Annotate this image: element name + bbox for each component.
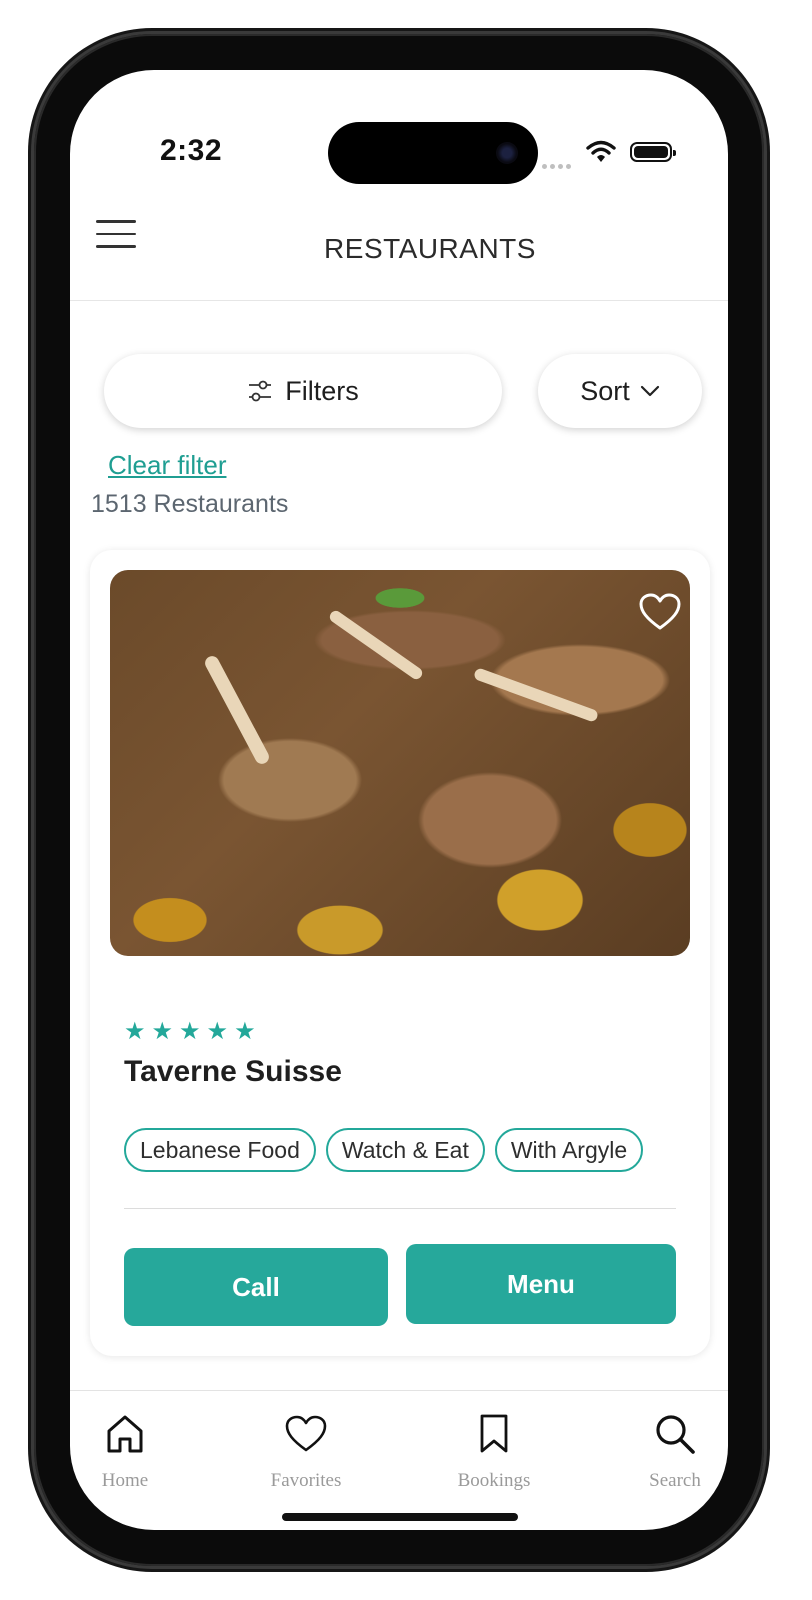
wifi-icon [586, 140, 616, 169]
star-icon: ★ [124, 1018, 146, 1045]
app-screen: 2:32 RESTAURANTS Filters Sort Clear filt… [70, 70, 728, 1530]
filters-label: Filters [285, 375, 359, 406]
favorite-heart-icon[interactable] [638, 592, 682, 637]
tab-favorites[interactable]: Favorites [246, 1410, 366, 1492]
results-count: 1513 Restaurants [91, 490, 289, 518]
tab-favorites-label: Favorites [270, 1470, 342, 1491]
phone-frame: 2:32 RESTAURANTS Filters Sort Clear filt… [34, 34, 764, 1566]
chevron-down-icon [640, 384, 660, 398]
tag-chip[interactable]: Lebanese Food [124, 1128, 316, 1172]
restaurant-card[interactable]: ★ ★ ★ ★ ★ Taverne Suisse Lebanese Food W… [90, 550, 710, 1356]
dynamic-island [328, 122, 538, 184]
cellular-signal-icon [542, 156, 574, 174]
tab-home[interactable]: Home [70, 1410, 185, 1492]
tab-search-label: Search [649, 1470, 701, 1491]
battery-icon [630, 142, 676, 162]
call-button[interactable]: Call [124, 1248, 388, 1326]
home-icon [70, 1410, 185, 1458]
card-divider [124, 1208, 676, 1209]
menu-button[interactable]: Menu [406, 1244, 676, 1324]
page-title: RESTAURANTS [324, 233, 536, 264]
sort-label: Sort [580, 375, 630, 406]
star-icon: ★ [179, 1018, 201, 1045]
hamburger-menu-button[interactable] [96, 220, 136, 252]
tab-bookings[interactable]: Bookings [434, 1410, 554, 1492]
clear-filter-link[interactable]: Clear filter [108, 450, 226, 481]
sort-button[interactable]: Sort [538, 354, 702, 428]
star-icon: ★ [234, 1018, 256, 1045]
bookmark-icon [434, 1410, 554, 1458]
restaurant-photo [110, 570, 690, 956]
tag-chip[interactable]: Watch & Eat [325, 1128, 485, 1172]
star-icon: ★ [151, 1018, 174, 1045]
tag-list: Lebanese Food Watch & Eat With Argyle [124, 1128, 644, 1172]
tab-bookings-label: Bookings [457, 1470, 531, 1491]
tab-home-label: Home [101, 1470, 149, 1491]
star-icon: ★ [206, 1018, 229, 1045]
home-indicator [282, 1513, 518, 1521]
status-time: 2:32 [160, 134, 223, 167]
header-divider [70, 300, 728, 301]
filters-button[interactable]: Filters [104, 354, 502, 428]
rating-stars: ★ ★ ★ ★ ★ [124, 1020, 256, 1044]
tag-chip[interactable]: With Argyle [494, 1128, 644, 1172]
search-icon [615, 1410, 728, 1458]
tabbar-divider [70, 1390, 728, 1391]
restaurant-name: Taverne Suisse [124, 1055, 342, 1088]
heart-icon [246, 1410, 366, 1458]
sliders-icon [247, 379, 273, 403]
camera-icon [496, 142, 518, 164]
tab-search[interactable]: Search [615, 1410, 728, 1492]
